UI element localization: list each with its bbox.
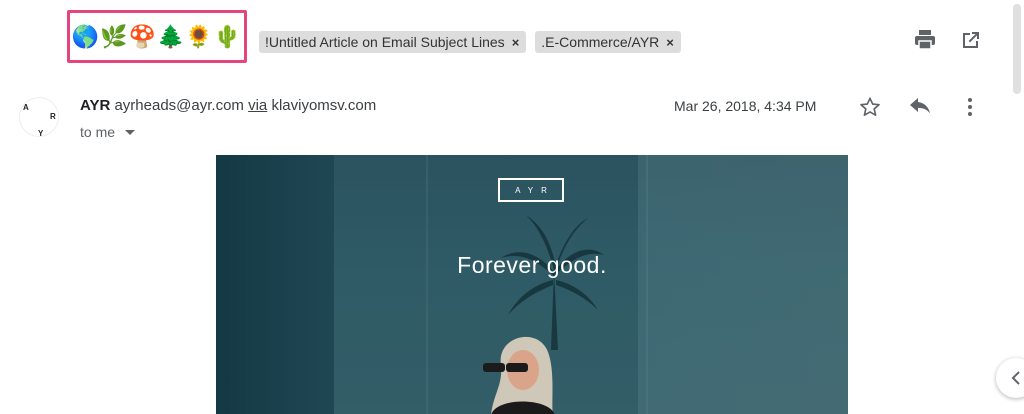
- hero-window-frame: [426, 155, 428, 414]
- avatar-letter-y: Y: [38, 129, 44, 138]
- side-panel-toggle[interactable]: [996, 358, 1024, 398]
- open-in-new-window-icon[interactable]: [959, 28, 983, 52]
- email-hero-image: AYR Forever good.: [216, 155, 848, 414]
- hero-window-light: [638, 155, 848, 414]
- via-link[interactable]: via: [248, 97, 267, 114]
- recipient-details[interactable]: to me: [80, 124, 136, 140]
- label-chip-ecommerce[interactable]: .E-Commerce/AYR ×: [535, 31, 681, 53]
- remove-label-icon[interactable]: ×: [666, 35, 674, 50]
- scrollbar[interactable]: [1013, 4, 1021, 94]
- sender-name[interactable]: AYR: [80, 97, 110, 114]
- print-icon[interactable]: [913, 28, 937, 52]
- recipient-text: to me: [80, 124, 116, 140]
- label-list: !Untitled Article on Email Subject Lines…: [259, 31, 681, 53]
- avatar: A R Y: [19, 97, 59, 138]
- hero-tagline: Forever good.: [457, 252, 607, 278]
- label-chip-article[interactable]: !Untitled Article on Email Subject Lines…: [259, 31, 527, 53]
- ayr-logo: AYR: [498, 178, 564, 202]
- more-options-icon[interactable]: [958, 95, 982, 119]
- avatar-letter-a: A: [23, 103, 29, 112]
- message-actions: [858, 95, 982, 119]
- subject-emoji-highlight: 🌎🌿🍄🌲🌻🌵: [67, 10, 247, 63]
- label-text: !Untitled Article on Email Subject Lines: [265, 34, 505, 50]
- subject-emoji: 🌎🌿🍄🌲🌻🌵: [71, 23, 243, 49]
- reply-icon[interactable]: [908, 95, 932, 119]
- remove-label-icon[interactable]: ×: [512, 35, 520, 50]
- model-photo: [483, 337, 555, 414]
- sender-email: ayrheads@ayr.com: [114, 97, 244, 114]
- chevron-down-icon[interactable]: [125, 129, 136, 135]
- star-icon[interactable]: [858, 95, 882, 119]
- chevron-left-icon: [1011, 371, 1020, 385]
- message-date: Mar 26, 2018, 4:34 PM: [674, 98, 817, 114]
- label-text: .E-Commerce/AYR: [541, 34, 660, 50]
- hero-wall-left: [216, 155, 334, 414]
- via-domain: klaviyomsv.com: [271, 97, 377, 114]
- avatar-letter-r: R: [50, 112, 56, 121]
- thread-toolbar: [913, 28, 983, 52]
- sender-line: AYR ayrheads@ayr.com via klaviyomsv.com: [80, 97, 376, 114]
